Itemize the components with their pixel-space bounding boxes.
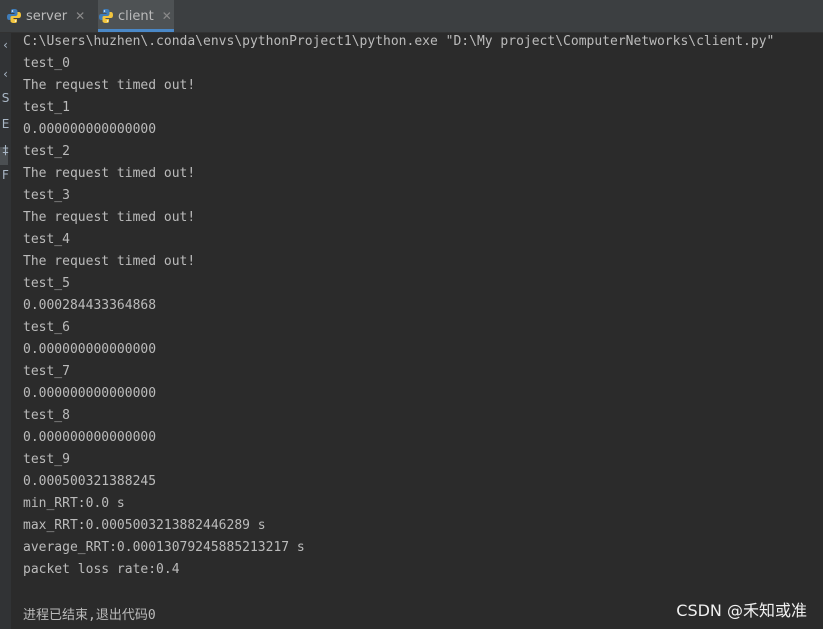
console-line: test_1: [23, 100, 70, 115]
console-line: packet loss rate:0.4: [23, 562, 180, 577]
tab-label: client: [118, 8, 154, 24]
console-line: test_8: [23, 408, 70, 423]
console-line: test_0: [23, 56, 70, 71]
console-line: min_RRT:0.0 s: [23, 496, 125, 511]
close-icon[interactable]: ✕: [75, 9, 85, 23]
console-line: The request timed out!: [23, 78, 196, 93]
console-line: test_5: [23, 276, 70, 291]
python-icon: [99, 9, 113, 23]
console-line: average_RRT:0.00013079245885213217 s: [23, 540, 305, 555]
python-icon: [7, 9, 21, 23]
console-line: The request timed out!: [23, 210, 196, 225]
strip-glyph[interactable]: ‹: [0, 38, 11, 52]
console-line: test_7: [23, 364, 70, 379]
console-line: 0.000000000000000: [23, 342, 157, 357]
console-command-line: C:\Users\huzhen\.conda\envs\pythonProjec…: [23, 34, 775, 49]
console-line: test_3: [23, 188, 70, 203]
console-line: test_2: [23, 144, 70, 159]
console-line: The request timed out!: [23, 254, 196, 269]
console-line: The request timed out!: [23, 166, 196, 181]
tab-server[interactable]: server ✕: [6, 0, 86, 32]
console-line: max_RRT:0.0005003213882446289 s: [23, 518, 266, 533]
run-console-output: C:\Users\huzhen\.conda\envs\pythonProjec…: [23, 31, 823, 629]
console-line: 0.000500321388245: [23, 474, 157, 489]
tab-label: server: [26, 8, 68, 24]
console-line: 0.000000000000000: [23, 122, 157, 137]
console-line: test_4: [23, 232, 70, 247]
strip-glyph[interactable]: F: [0, 168, 11, 182]
console-line: test_9: [23, 452, 70, 467]
strip-glyph[interactable]: S: [0, 91, 11, 105]
strip-glyph[interactable]: ‹: [0, 67, 11, 81]
run-tool-strip: ‹ ‹ S E ‡ F: [0, 33, 12, 629]
console-line: 0.000000000000000: [23, 386, 157, 401]
close-icon[interactable]: ✕: [162, 9, 172, 23]
console-line: 0.000000000000000: [23, 430, 157, 445]
strip-glyph[interactable]: E: [0, 117, 11, 131]
csdn-watermark: CSDN @禾知或准: [676, 601, 807, 620]
process-exit-message: 进程已结束,退出代码0: [23, 608, 156, 623]
strip-glyph[interactable]: ‡: [0, 143, 11, 157]
console-line: test_6: [23, 320, 70, 335]
editor-tab-bar: server ✕ client ✕: [0, 0, 823, 33]
tab-client[interactable]: client ✕: [98, 0, 174, 32]
console-line: 0.000284433364868: [23, 298, 157, 313]
